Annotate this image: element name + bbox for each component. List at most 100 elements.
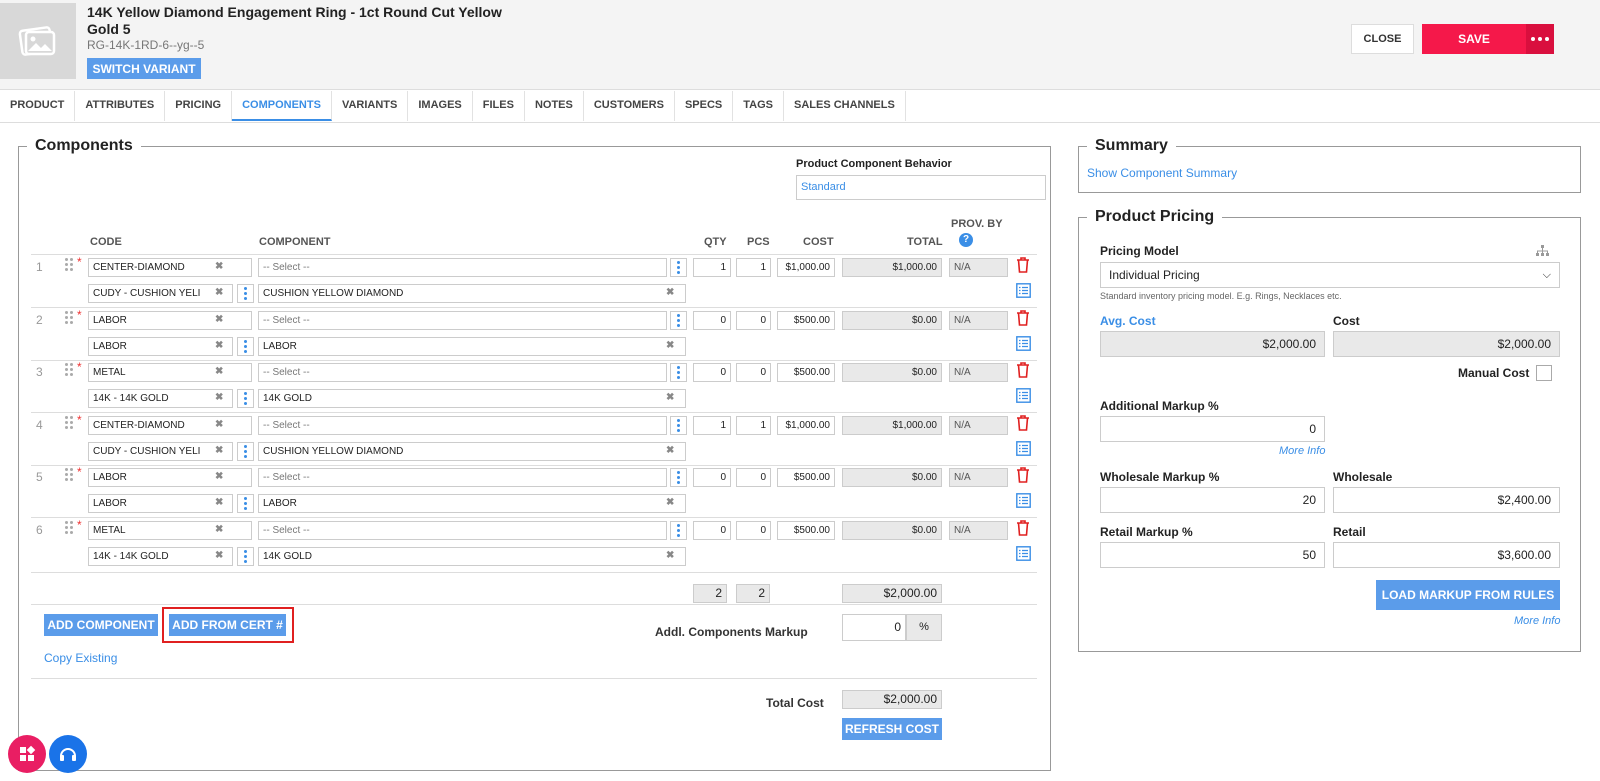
tab-customers[interactable]: CUSTOMERS — [584, 91, 675, 121]
sub-code-input[interactable]: LABOR — [88, 337, 233, 356]
drag-handle-icon[interactable] — [65, 416, 75, 432]
tab-components[interactable]: COMPONENTS — [232, 91, 332, 121]
cost-input[interactable]: $500.00 — [777, 468, 835, 487]
load-markup-button[interactable]: LOAD MARKUP FROM RULES — [1376, 580, 1560, 610]
kebab-menu-icon[interactable] — [670, 416, 687, 435]
hierarchy-icon[interactable] — [1536, 245, 1549, 257]
sub-component-input[interactable]: CUSHION YELLOW DIAMOND — [258, 442, 686, 461]
qty-input[interactable]: 1 — [693, 416, 731, 435]
clear-icon[interactable]: ✖ — [666, 340, 674, 351]
clear-icon[interactable]: ✖ — [215, 392, 223, 403]
cost-input[interactable]: $500.00 — [777, 311, 835, 330]
manual-cost-checkbox[interactable] — [1536, 365, 1552, 381]
pcs-input[interactable]: 0 — [736, 311, 771, 330]
tab-sales-channels[interactable]: SALES CHANNELS — [784, 91, 906, 121]
sub-component-input[interactable]: LABOR — [258, 494, 686, 513]
cost-input[interactable]: $500.00 — [777, 363, 835, 382]
product-image-placeholder[interactable] — [0, 3, 76, 79]
sub-code-input[interactable]: LABOR — [88, 494, 233, 513]
sub-code-input[interactable]: 14K - 14K GOLD — [88, 389, 233, 408]
markup-input[interactable]: 0 — [842, 614, 906, 641]
cost-input[interactable]: $1,000.00 — [777, 416, 835, 435]
trash-icon[interactable] — [1016, 415, 1030, 436]
qty-input[interactable]: 0 — [693, 521, 731, 540]
wholesale-markup-input[interactable]: 20 — [1100, 487, 1325, 513]
clear-icon[interactable]: ✖ — [215, 550, 223, 561]
sub-code-input[interactable]: 14K - 14K GOLD — [88, 547, 233, 566]
support-button[interactable] — [49, 735, 87, 773]
code-input[interactable]: METAL — [88, 363, 252, 382]
switch-variant-button[interactable]: SWITCH VARIANT — [87, 58, 201, 79]
drag-handle-icon[interactable] — [65, 258, 75, 274]
qty-input[interactable]: 1 — [693, 258, 731, 277]
clear-icon[interactable]: ✖ — [215, 261, 223, 272]
kebab-menu-icon[interactable] — [670, 468, 687, 487]
sub-code-input[interactable]: CUDY - CUSHION YELI — [88, 284, 233, 303]
drag-handle-icon[interactable] — [65, 521, 75, 537]
list-icon[interactable] — [1016, 441, 1031, 461]
component-behavior-select[interactable]: Standard — [796, 175, 1046, 200]
trash-icon[interactable] — [1016, 257, 1030, 278]
retail-markup-input[interactable]: 50 — [1100, 542, 1325, 568]
help-icon[interactable]: ? — [959, 233, 973, 247]
kebab-menu-icon[interactable] — [670, 363, 687, 382]
sub-component-input[interactable]: 14K GOLD — [258, 547, 686, 566]
avg-cost-label[interactable]: Avg. Cost — [1100, 314, 1156, 328]
pcs-input[interactable]: 0 — [736, 521, 771, 540]
tab-attributes[interactable]: ATTRIBUTES — [75, 91, 166, 121]
tab-pricing[interactable]: PRICING — [165, 91, 233, 121]
pcs-input[interactable]: 0 — [736, 468, 771, 487]
component-select[interactable]: -- Select -- — [258, 258, 667, 277]
kebab-menu-icon[interactable] — [237, 284, 254, 303]
add-from-cert-button[interactable]: ADD FROM CERT # — [169, 614, 286, 636]
clear-icon[interactable]: ✖ — [215, 314, 223, 325]
drag-handle-icon[interactable] — [65, 468, 75, 484]
cost-input[interactable]: $500.00 — [777, 521, 835, 540]
qty-input[interactable]: 0 — [693, 311, 731, 330]
sub-component-input[interactable]: LABOR — [258, 337, 686, 356]
wholesale-input[interactable]: $2,400.00 — [1333, 487, 1560, 513]
kebab-menu-icon[interactable] — [670, 311, 687, 330]
kebab-menu-icon[interactable] — [670, 521, 687, 540]
list-icon[interactable] — [1016, 493, 1031, 513]
list-icon[interactable] — [1016, 546, 1031, 566]
tab-notes[interactable]: NOTES — [525, 91, 584, 121]
code-input[interactable]: CENTER-DIAMOND — [88, 258, 252, 277]
tab-images[interactable]: IMAGES — [408, 91, 473, 121]
component-select[interactable]: -- Select -- — [258, 468, 667, 487]
code-input[interactable]: METAL — [88, 521, 252, 540]
clear-icon[interactable]: ✖ — [666, 550, 674, 561]
clear-icon[interactable]: ✖ — [666, 287, 674, 298]
trash-icon[interactable] — [1016, 520, 1030, 541]
widget-button[interactable] — [8, 735, 46, 773]
tab-product[interactable]: PRODUCT — [0, 91, 76, 121]
clear-icon[interactable]: ✖ — [215, 419, 223, 430]
kebab-menu-icon[interactable] — [670, 258, 687, 277]
component-select[interactable]: -- Select -- — [258, 521, 667, 540]
qty-input[interactable]: 0 — [693, 363, 731, 382]
clear-icon[interactable]: ✖ — [215, 497, 223, 508]
pcs-input[interactable]: 0 — [736, 363, 771, 382]
kebab-menu-icon[interactable] — [237, 442, 254, 461]
sub-code-input[interactable]: CUDY - CUSHION YELI — [88, 442, 233, 461]
more-info-link[interactable]: More Info — [1514, 615, 1560, 627]
trash-icon[interactable] — [1016, 467, 1030, 488]
clear-icon[interactable]: ✖ — [666, 445, 674, 456]
clear-icon[interactable]: ✖ — [215, 445, 223, 456]
clear-icon[interactable]: ✖ — [666, 392, 674, 403]
pcs-input[interactable]: 1 — [736, 416, 771, 435]
tab-variants[interactable]: VARIANTS — [332, 91, 409, 121]
clear-icon[interactable]: ✖ — [666, 497, 674, 508]
list-icon[interactable] — [1016, 388, 1031, 408]
save-button[interactable]: SAVE — [1422, 24, 1526, 54]
qty-input[interactable]: 0 — [693, 468, 731, 487]
refresh-cost-button[interactable]: REFRESH COST — [842, 718, 942, 740]
drag-handle-icon[interactable] — [65, 363, 75, 379]
clear-icon[interactable]: ✖ — [215, 287, 223, 298]
copy-existing-link[interactable]: Copy Existing — [44, 651, 117, 665]
additional-markup-input[interactable]: 0 — [1100, 416, 1325, 442]
retail-input[interactable]: $3,600.00 — [1333, 542, 1560, 568]
tab-files[interactable]: FILES — [473, 91, 525, 121]
show-summary-link[interactable]: Show Component Summary — [1087, 166, 1237, 180]
clear-icon[interactable]: ✖ — [215, 366, 223, 377]
